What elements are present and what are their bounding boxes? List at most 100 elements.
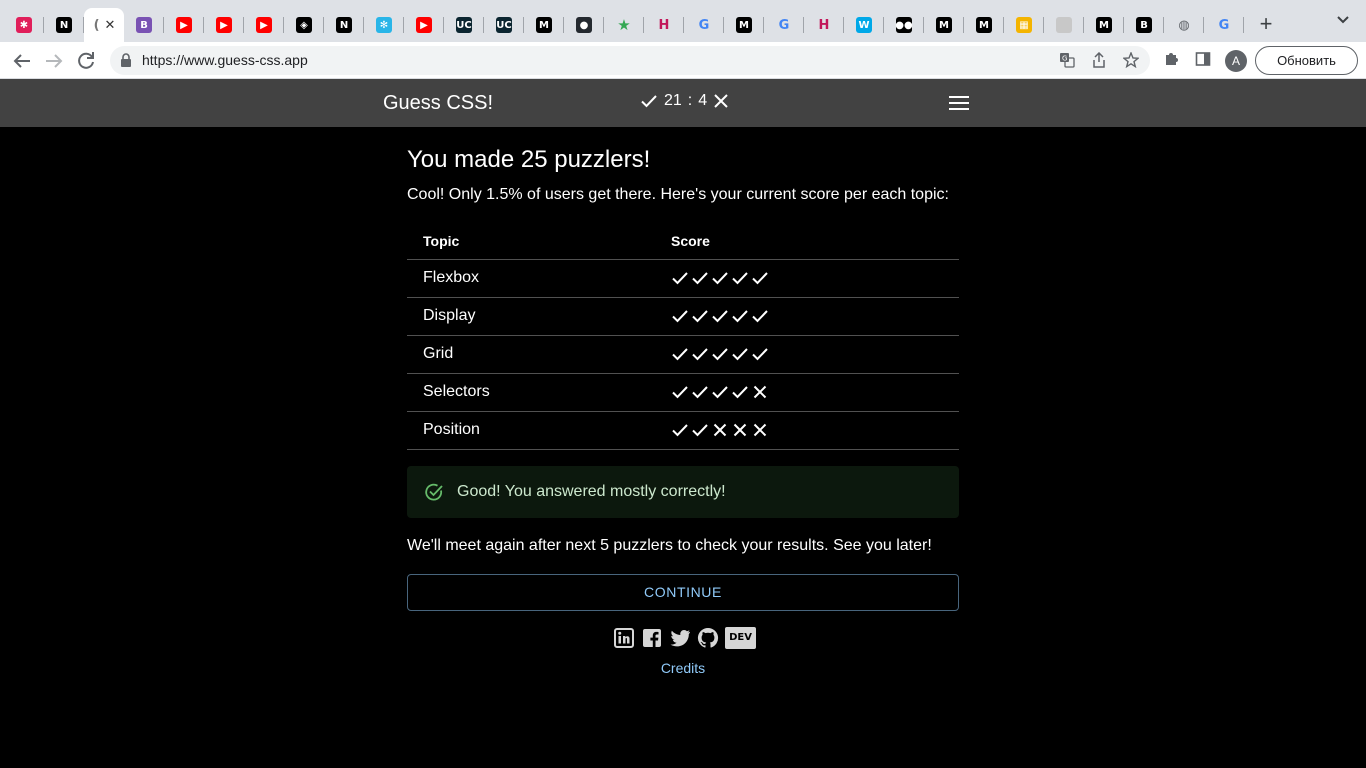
browser-tab[interactable]: B [124,8,164,42]
browser-tab[interactable]: UC [444,8,484,42]
cross-icon [731,421,749,439]
credits-link[interactable]: Credits [407,660,959,676]
browser-tab[interactable]: M [724,8,764,42]
browser-tab[interactable]: ◍ [1164,8,1204,42]
check-icon [731,269,749,287]
youtube-icon: ▶ [216,17,232,33]
facebook-icon[interactable] [641,627,663,649]
extensions-puzzle-icon[interactable] [1161,51,1181,71]
check-icon [691,383,709,401]
browser-tab[interactable]: W [844,8,884,42]
page-title: You made 25 puzzlers! [407,146,651,173]
globe-icon: ◍ [1178,17,1190,33]
address-bar[interactable]: https://www.guess-css.app G [110,46,1150,75]
browser-tab[interactable]: B [1124,8,1164,42]
reload-icon[interactable] [74,49,98,73]
medium-icon: M [536,17,552,33]
browser-tab[interactable]: G [764,8,804,42]
browser-tab[interactable]: UC [484,8,524,42]
h-icon: H [818,17,830,33]
url-text[interactable]: https://www.guess-css.app [142,52,308,68]
check-icon [671,345,689,363]
browser-tab[interactable]: ▶ [404,8,444,42]
check-icon [671,307,689,325]
medium-dots-icon: ●● [895,17,913,33]
browser-tab[interactable]: M [1084,8,1124,42]
app-header: Guess CSS! 21 : 4 [0,79,1366,127]
browser-tab[interactable]: M [924,8,964,42]
github-icon[interactable] [697,627,719,649]
google-icon: G [778,17,790,33]
browser-tab[interactable]: H [804,8,844,42]
browser-tab[interactable]: ◈ [284,8,324,42]
browser-tab[interactable]: ▦ [1004,8,1044,42]
score-cell [655,411,959,450]
score-separator: : [687,92,693,109]
dev-icon[interactable]: DEV [725,627,756,649]
hamburger-menu-icon[interactable] [948,94,970,112]
profile-avatar[interactable]: A [1225,50,1247,72]
check-icon [671,383,689,401]
tab-search-chevron-icon[interactable] [1334,14,1352,34]
forward-arrow-icon[interactable] [42,49,66,73]
table-row: Flexbox [407,259,959,298]
side-panel-icon[interactable] [1193,51,1213,71]
lock-icon [120,53,132,67]
browser-tab[interactable]: ▶ [244,8,284,42]
share-icon[interactable] [1090,51,1108,70]
browser-tab[interactable]: ✻ [364,8,404,42]
topic-cell: Position [407,411,655,450]
browser-tab[interactable]: M [524,8,564,42]
close-tab-icon[interactable]: ✕ [105,17,116,33]
alert-message: Good! You answered mostly correctly! [457,483,726,500]
browser-tab[interactable]: ●● [884,8,924,42]
notion-icon: N [336,17,352,33]
check-icon [671,269,689,287]
check-icon [751,269,769,287]
browser-tab-active[interactable]: (✕ [84,8,124,42]
success-alert: Good! You answered mostly correctly! [407,466,959,518]
wrong-count: 4 [698,92,708,109]
linkedin-icon[interactable] [613,627,635,649]
w-icon: W [856,17,872,33]
continue-button[interactable]: CONTINUE [407,574,959,611]
browser-tab[interactable]: N [44,8,84,42]
correct-count: 21 [664,92,682,109]
svg-text:G: G [1062,55,1067,63]
browser-tab[interactable]: ● [564,8,604,42]
check-icon [691,269,709,287]
colorful-squares-icon: ▦ [1016,17,1032,33]
check-icon [731,345,749,363]
translate-icon[interactable]: G [1058,52,1076,70]
bs-icon: B [1136,17,1152,33]
back-arrow-icon[interactable] [10,49,34,73]
score-cell [655,297,959,336]
check-icon [731,307,749,325]
cross-icon [711,421,729,439]
new-tab-button[interactable]: + [1256,12,1276,36]
table-header-row: Topic Score [407,223,959,260]
bootstrap-icon: B [136,17,152,33]
score-cell [655,335,959,374]
social-links: DEV [613,627,756,649]
browser-tab[interactable]: H [644,8,684,42]
browser-tab[interactable] [1044,8,1084,42]
twitter-icon[interactable] [669,627,691,649]
browser-tab[interactable]: G [684,8,724,42]
browser-tab[interactable]: ✱ [4,8,44,42]
update-button[interactable]: Обновить [1255,46,1358,75]
browser-tab[interactable]: M [964,8,1004,42]
app-title[interactable]: Guess CSS! [383,92,493,115]
check-icon [691,307,709,325]
guess-css-icon: ( [93,17,100,33]
topic-cell: Selectors [407,373,655,412]
browser-tab[interactable]: ★ [604,8,644,42]
check-icon [691,421,709,439]
browser-tab[interactable]: G [1204,8,1244,42]
table-row: Grid [407,335,959,374]
cross-icon [713,93,729,109]
bookmark-star-icon[interactable] [1122,51,1140,70]
browser-tab[interactable]: N [324,8,364,42]
browser-tab[interactable]: ▶ [164,8,204,42]
browser-tab[interactable]: ▶ [204,8,244,42]
